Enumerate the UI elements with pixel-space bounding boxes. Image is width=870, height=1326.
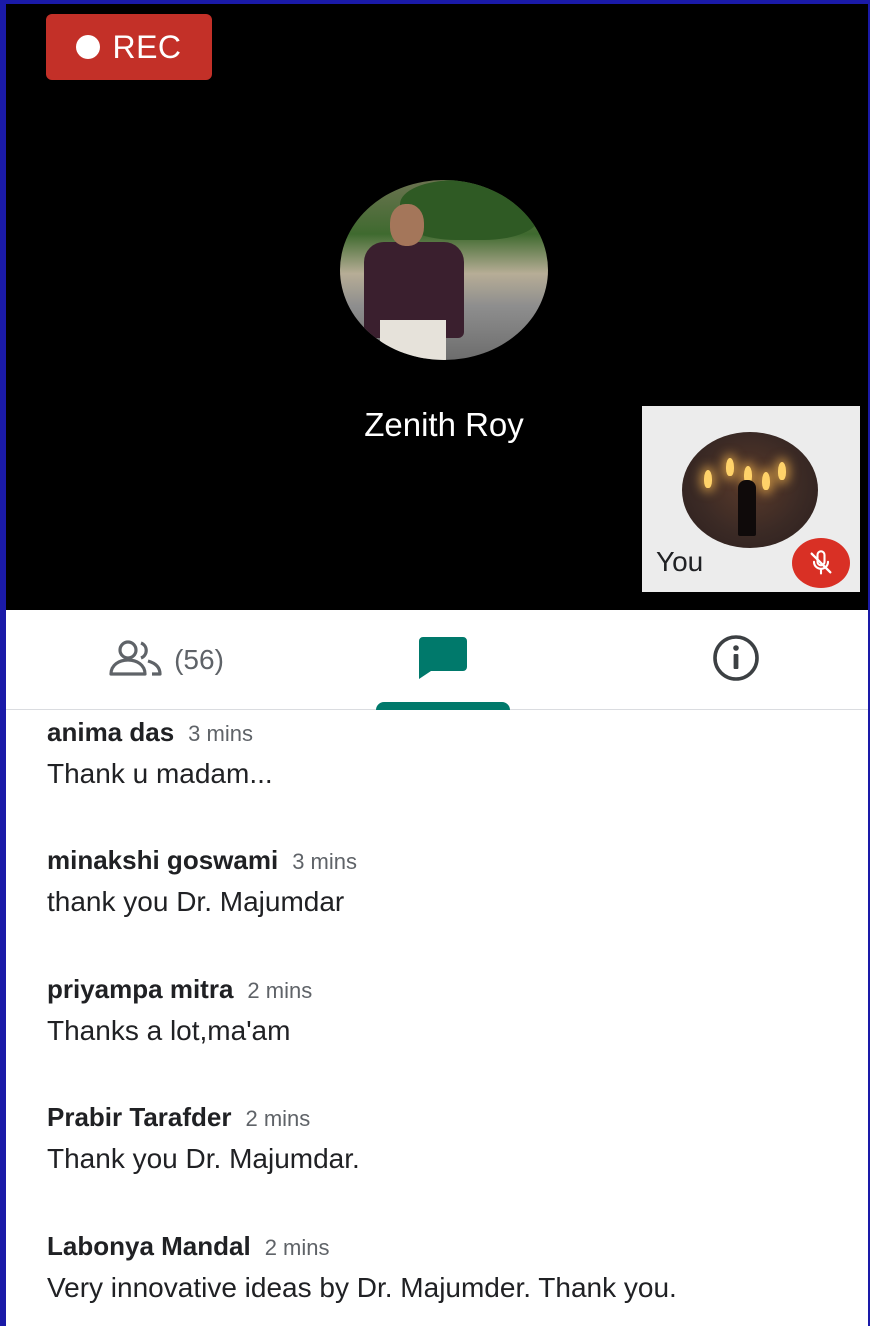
message-sender: minakshi goswami: [47, 845, 279, 875]
chat-message: priyampa mitra 2 mins Thanks a lot,ma'am: [47, 974, 312, 1047]
message-time: 2 mins: [247, 978, 313, 1003]
message-sender: Labonya Mandal: [47, 1231, 251, 1261]
video-stage: REC Zenith Roy You: [6, 4, 868, 610]
self-avatar: [682, 432, 818, 548]
message-sender: priyampa mitra: [47, 974, 234, 1004]
message-text: Thank you Dr. Majumdar.: [47, 1143, 360, 1174]
mic-off-icon: [792, 538, 850, 588]
speaker-avatar: [340, 180, 548, 360]
info-icon: [711, 633, 761, 688]
message-text: Thank u madam...: [47, 758, 273, 789]
active-tab-indicator: [376, 702, 510, 710]
chat-message: Prabir Tarafder 2 mins Thank you Dr. Maj…: [47, 1102, 360, 1175]
message-sender: anima das: [47, 717, 175, 747]
message-time: 2 mins: [264, 1235, 330, 1260]
self-video-tile[interactable]: You: [642, 406, 860, 592]
tab-chat[interactable]: [376, 610, 510, 710]
tab-info[interactable]: [696, 610, 776, 710]
chat-message-list[interactable]: anima das 3 mins Thank u madam... minaks…: [6, 711, 868, 1326]
chat-bubble-icon: [417, 635, 469, 686]
chat-message: minakshi goswami 3 mins thank you Dr. Ma…: [47, 845, 357, 918]
side-panel-tabs: (56): [6, 610, 868, 710]
self-name-label: You: [656, 546, 704, 577]
participant-count: (56): [174, 644, 224, 675]
message-time: 3 mins: [188, 721, 253, 746]
chat-message: Labonya Mandal 2 mins Very innovative id…: [47, 1231, 677, 1304]
message-text: Very innovative ideas by Dr. Majumder. T…: [47, 1272, 677, 1303]
people-icon: [108, 638, 164, 683]
message-sender: Prabir Tarafder: [47, 1102, 232, 1132]
chat-message: anima das 3 mins Thank u madam...: [47, 717, 273, 790]
message-time: 3 mins: [292, 849, 357, 874]
message-time: 2 mins: [245, 1106, 311, 1131]
message-text: Thanks a lot,ma'am: [47, 1015, 291, 1046]
message-text: thank you Dr. Majumdar: [47, 886, 345, 917]
recording-label: REC: [112, 28, 182, 65]
tab-people[interactable]: (56): [86, 610, 246, 710]
record-dot-icon: [76, 35, 101, 59]
recording-badge: REC: [46, 14, 212, 80]
